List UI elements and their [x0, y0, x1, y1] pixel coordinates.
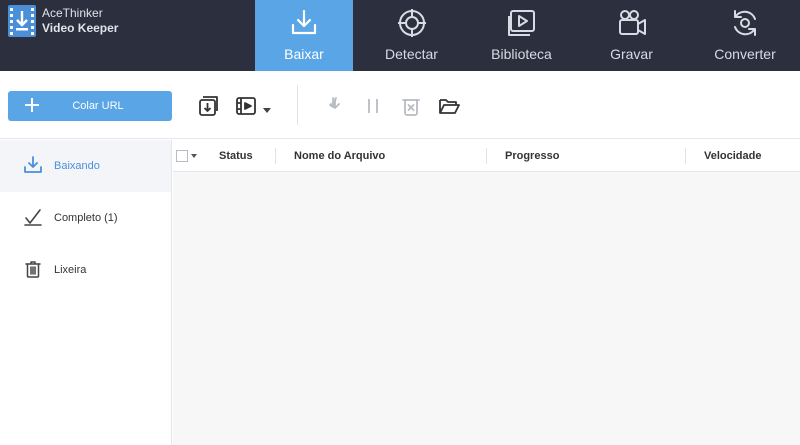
column-header-speed[interactable]: Velocidade — [704, 150, 761, 162]
download-tray-icon — [288, 7, 320, 39]
trash-icon — [24, 260, 42, 278]
sidebar-item-lixeira[interactable]: Lixeira — [0, 244, 171, 296]
tab-gravar[interactable]: Gravar — [573, 0, 690, 71]
brand-name: AceThinker Video Keeper — [42, 6, 118, 36]
sidebar-item-label: Lixeira — [54, 264, 87, 276]
open-folder-icon[interactable] — [438, 95, 460, 117]
table-header: Status Nome do Arquivo Progresso Velocid… — [173, 140, 800, 172]
column-divider — [685, 148, 686, 164]
video-library-icon — [506, 7, 538, 39]
column-header-progress[interactable]: Progresso — [505, 150, 559, 162]
column-header-filename[interactable]: Nome do Arquivo — [294, 150, 385, 162]
sidebar-item-completo[interactable]: Completo (1) — [0, 192, 171, 244]
column-divider — [275, 148, 276, 164]
target-icon — [396, 7, 428, 39]
paste-url-button[interactable]: Colar URL — [8, 91, 172, 121]
top-bar: AceThinker Video Keeper Baixar Detectar — [0, 0, 800, 71]
resume-download-icon[interactable] — [324, 95, 346, 117]
video-format-icon[interactable] — [235, 95, 257, 117]
column-divider — [486, 148, 487, 164]
toolbar: Colar URL — [0, 71, 800, 139]
table-body — [173, 172, 800, 445]
checkmark-icon — [24, 208, 42, 226]
delete-icon[interactable] — [400, 95, 422, 117]
pause-icon[interactable] — [362, 95, 384, 117]
select-options-caret-icon[interactable] — [191, 154, 197, 158]
brand-line2: Video Keeper — [42, 21, 119, 35]
tab-label: Baixar — [284, 46, 324, 62]
sidebar-item-baixando[interactable]: Baixando — [0, 140, 171, 192]
download-icon — [24, 156, 42, 174]
sidebar: Baixando Completo (1) Lixeira — [0, 140, 172, 445]
download-queue-icon[interactable] — [197, 95, 219, 117]
toolbar-divider — [297, 85, 298, 125]
main-nav: Baixar Detectar Biblioteca Gravar Conver… — [255, 0, 800, 71]
tab-label: Biblioteca — [491, 46, 552, 62]
tab-converter[interactable]: Converter — [690, 0, 800, 71]
tab-label: Gravar — [610, 46, 653, 62]
tab-biblioteca[interactable]: Biblioteca — [470, 0, 573, 71]
tab-label: Detectar — [385, 46, 438, 62]
column-header-status[interactable]: Status — [219, 150, 253, 162]
select-all-checkbox[interactable] — [176, 150, 188, 162]
sidebar-item-label: Completo (1) — [54, 212, 118, 224]
download-table: Status Nome do Arquivo Progresso Velocid… — [173, 140, 800, 445]
tab-baixar[interactable]: Baixar — [255, 0, 353, 71]
dropdown-caret-icon[interactable] — [262, 102, 272, 113]
app-logo-icon — [8, 5, 36, 37]
brand-line1: AceThinker — [42, 6, 103, 20]
sidebar-item-label: Baixando — [54, 160, 100, 172]
video-camera-icon — [616, 7, 648, 39]
paste-url-label: Colar URL — [72, 100, 124, 112]
convert-refresh-icon — [729, 7, 761, 39]
tab-detectar[interactable]: Detectar — [353, 0, 470, 71]
brand: AceThinker Video Keeper — [8, 4, 118, 38]
tab-label: Converter — [714, 46, 776, 62]
